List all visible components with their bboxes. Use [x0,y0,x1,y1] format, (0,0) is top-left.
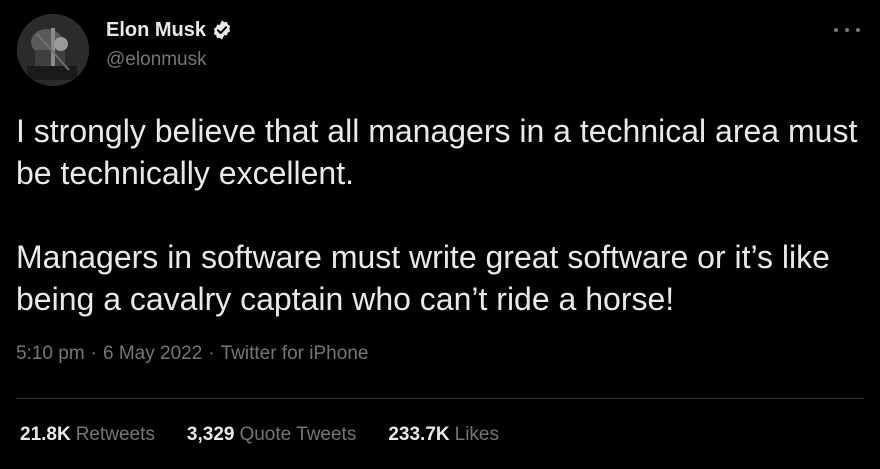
author-name-row[interactable]: Elon Musk [106,16,233,44]
engagement-stats: 21.8K Retweets 3,329 Quote Tweets 233.7K… [20,424,531,446]
likes-stat[interactable]: 233.7K Likes [388,424,499,446]
quote-tweets-label: Quote Tweets [239,424,357,445]
avatar-image [17,14,89,86]
retweets-stat[interactable]: 21.8K Retweets [20,424,155,446]
tweet-metadata: 5:10 pm · 6 May 2022 · Twitter for iPhon… [16,343,368,365]
retweets-count: 21.8K [20,424,71,445]
meta-separator: · [208,343,215,364]
tweet-time[interactable]: 5:10 pm [16,343,85,365]
tweet-paragraph: Managers in software must write great so… [16,239,830,317]
likes-count: 233.7K [388,424,450,445]
verified-badge-icon [211,19,233,41]
handle[interactable]: @elonmusk [106,49,207,71]
tweet-card: Elon Musk @elonmusk I strongly believe t… [0,0,880,469]
tweet-source[interactable]: Twitter for iPhone [221,343,369,365]
retweets-label: Retweets [75,424,155,445]
meta-separator: · [90,343,97,364]
tweet-text: I strongly believe that all managers in … [16,110,866,320]
more-options-icon[interactable] [834,20,860,40]
quote-tweets-stat[interactable]: 3,329 Quote Tweets [187,424,356,446]
divider [16,398,864,399]
display-name[interactable]: Elon Musk [106,19,206,42]
tweet-paragraph: I strongly believe that all managers in … [16,113,858,191]
avatar[interactable] [17,14,89,86]
likes-label: Likes [454,424,499,445]
tweet-date[interactable]: 6 May 2022 [103,343,202,365]
quote-tweets-count: 3,329 [186,424,235,445]
